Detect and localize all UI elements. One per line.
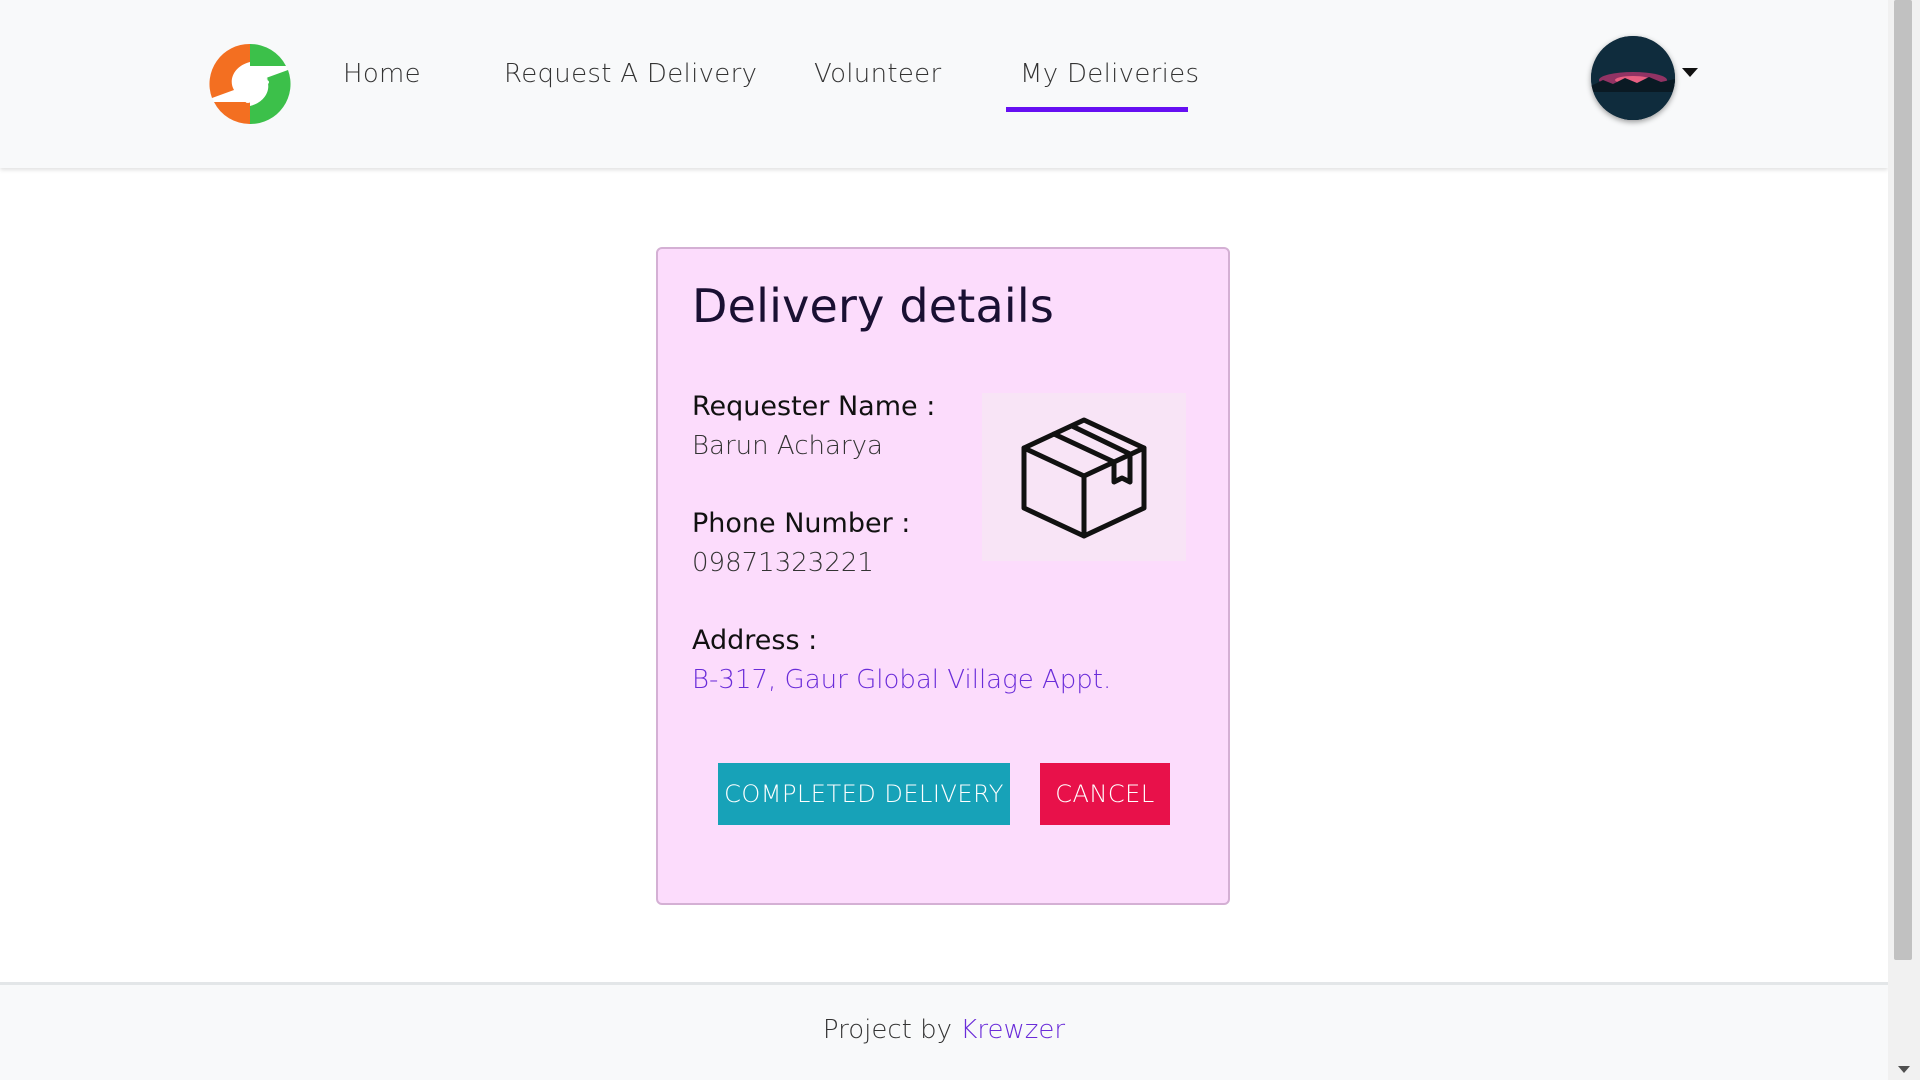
package-box-icon [1021, 417, 1147, 539]
cancel-button[interactable]: CANCEL [1040, 763, 1170, 825]
requester-name-label: Requester Name : [692, 391, 936, 422]
phone-number-value: 09871323221 [692, 548, 874, 578]
nav-request-delivery-link[interactable]: Request A Delivery [504, 56, 757, 92]
footer: Project by Krewzer [0, 982, 1888, 1080]
nav-my-deliveries-link[interactable]: My Deliveries [1020, 56, 1199, 92]
nav-volunteer-link[interactable]: Volunteer [814, 56, 941, 92]
delivery-details-card: Delivery details Requester Name : Barun … [656, 247, 1230, 905]
navbar: Home Request A Delivery Volunteer My Del… [0, 0, 1888, 168]
user-avatar-icon[interactable] [1591, 36, 1675, 120]
vertical-scrollbar[interactable] [1888, 0, 1920, 1080]
helping-hands-logo-icon[interactable] [206, 42, 294, 126]
page: Home Request A Delivery Volunteer My Del… [0, 0, 1920, 1080]
footer-credit: Project by Krewzer [0, 1015, 1888, 1045]
address-link[interactable]: B-317, Gaur Global Village Appt. [692, 663, 1111, 697]
caret-down-icon[interactable] [1682, 68, 1698, 77]
scrollbar-thumb[interactable] [1894, 0, 1912, 960]
package-image [982, 393, 1186, 561]
scroll-down-arrow-icon[interactable] [1898, 1066, 1910, 1073]
requester-name-value: Barun Acharya [692, 431, 883, 461]
footer-author-link[interactable]: Krewzer [960, 1015, 1065, 1045]
active-tab-indicator [1006, 107, 1188, 112]
card-title: Delivery details [692, 279, 1055, 333]
completed-delivery-button[interactable]: COMPLETED DELIVERY [718, 763, 1010, 825]
footer-prefix: Project by [822, 1015, 953, 1045]
phone-number-label: Phone Number : [692, 508, 911, 539]
nav-home-link[interactable]: Home [343, 56, 421, 92]
address-label: Address : [692, 625, 818, 656]
